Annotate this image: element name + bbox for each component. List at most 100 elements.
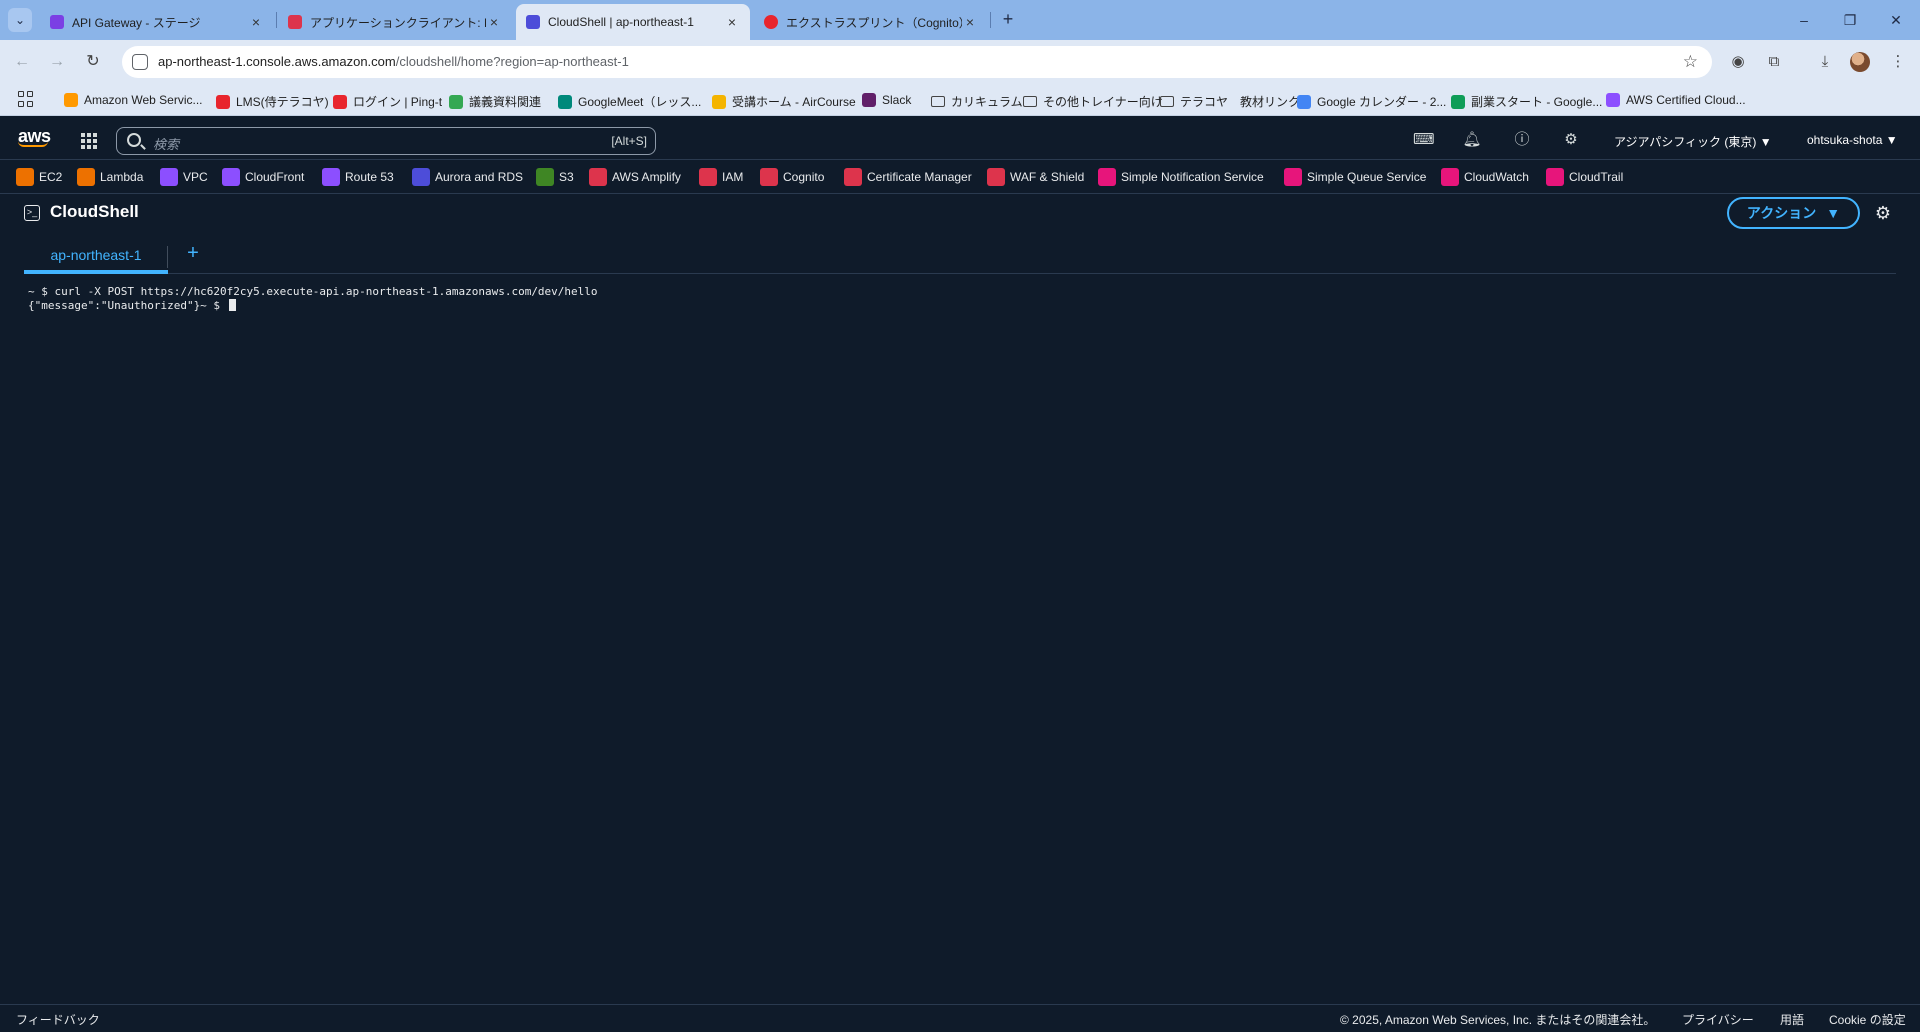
page-title: CloudShell [50, 202, 139, 221]
cookie-settings-link[interactable]: Cookie の設定 [1829, 1011, 1906, 1028]
favorite-label: WAF & Shield [1010, 170, 1085, 184]
feedback-link[interactable]: フィードバック [16, 1011, 100, 1028]
address-bar[interactable]: ap-northeast-1.console.aws.amazon.com/cl… [122, 46, 1712, 78]
bookmark-item[interactable]: カリキュラム [931, 93, 1023, 110]
close-window-icon[interactable]: ✕ [1874, 6, 1918, 34]
terminal-cursor [228, 299, 236, 311]
folder-icon [1023, 96, 1037, 107]
favorite-service-ec2[interactable]: EC2 [16, 168, 62, 186]
forward-icon[interactable]: → [45, 50, 69, 74]
bookmark-favicon-icon [1297, 94, 1311, 109]
reload-icon[interactable]: ↻ [81, 50, 105, 74]
close-icon[interactable]: × [962, 14, 978, 30]
search-shortcut: [Alt+S] [611, 134, 647, 148]
service-icon [222, 168, 240, 186]
favorite-service-cloudwatch[interactable]: CloudWatch [1441, 168, 1529, 186]
browser-tab-app-client[interactable]: アプリケーションクライアント: My SPA × [278, 4, 512, 40]
favorite-service-simple-notification-service[interactable]: Simple Notification Service [1098, 168, 1264, 186]
api-gateway-icon [50, 15, 64, 29]
bookmark-item[interactable]: GoogleMeet（レッス... [558, 93, 701, 110]
aws-search-input[interactable]: 検索 [Alt+S] [116, 127, 656, 155]
bookmark-item[interactable]: Amazon Web Servic... [64, 93, 203, 107]
favorite-service-waf-shield[interactable]: WAF & Shield [987, 168, 1084, 186]
privacy-link[interactable]: プライバシー [1682, 1011, 1754, 1028]
terminal[interactable]: ~ $ curl -X POST https://hc620f2cy5.exec… [28, 285, 1888, 997]
lms-icon [764, 15, 778, 29]
search-icon [127, 133, 141, 147]
terminal-line-prompt: {"message":"Unauthorized"}~ $ [28, 299, 1888, 313]
new-tab-button[interactable]: + [996, 8, 1020, 32]
favorite-service-lambda[interactable]: Lambda [77, 168, 143, 186]
settings-gear-icon[interactable]: ⚙ [1872, 202, 1894, 224]
bookmark-item[interactable]: 受講ホーム - AirCourse [712, 93, 856, 110]
back-icon[interactable]: ← [10, 50, 34, 74]
bell-icon[interactable]: 🔔︎ [1462, 130, 1482, 150]
bookmark-item[interactable]: Google カレンダー - 2... [1297, 93, 1446, 110]
region-selector[interactable]: アジアパシフィック (東京) ▼ [1614, 133, 1772, 150]
service-icon [160, 168, 178, 186]
favorite-service-s3[interactable]: S3 [536, 168, 574, 186]
browser-tab-api-gateway[interactable]: API Gateway - ステージ × [40, 4, 274, 40]
help-icon[interactable]: ⓘ [1512, 130, 1532, 150]
bookmark-favicon-icon [712, 94, 726, 109]
tab-search-button[interactable]: ⌄ [8, 8, 32, 32]
bookmark-item[interactable]: ログイン | Ping-t [333, 93, 442, 110]
favorite-label: CloudWatch [1464, 170, 1529, 184]
favorite-label: EC2 [39, 170, 63, 184]
bookmark-label: テラコヤ 教材リンク [1180, 95, 1301, 109]
minimize-icon[interactable]: – [1782, 6, 1826, 34]
bookmark-favicon-icon [216, 94, 230, 109]
bookmark-label: Amazon Web Servic... [84, 93, 203, 107]
bookmark-label: GoogleMeet（レッス... [578, 95, 702, 109]
service-icon [77, 168, 95, 186]
service-icon [1441, 168, 1459, 186]
close-icon[interactable]: × [724, 14, 740, 30]
favorite-service-vpc[interactable]: VPC [160, 168, 208, 186]
bookmark-item[interactable]: 議義資料関連 [449, 93, 541, 110]
site-info-icon[interactable] [132, 54, 148, 70]
favorite-service-cloudfront[interactable]: CloudFront [222, 168, 304, 186]
favorite-service-iam[interactable]: IAM [699, 168, 743, 186]
account-menu[interactable]: ohtsuka-shota ▼ [1807, 133, 1898, 147]
tab-ap-northeast-1[interactable]: ap-northeast-1 [24, 240, 168, 274]
favorite-label: Certificate Manager [867, 170, 972, 184]
bookmark-label: ログイン | Ping-t [353, 95, 443, 109]
favorite-label: CloudTrail [1569, 170, 1624, 184]
close-icon[interactable]: × [248, 14, 264, 30]
screenshot-icon[interactable]: ◉ [1728, 52, 1748, 72]
favorite-service-certificate-manager[interactable]: Certificate Manager [844, 168, 972, 186]
favorite-service-simple-queue-service[interactable]: Simple Queue Service [1284, 168, 1426, 186]
browser-tab-extra-sprint[interactable]: エクストラスプリント（Cognito）| ファ × [754, 4, 988, 40]
bookmark-item[interactable]: Slack [862, 93, 911, 107]
profile-avatar[interactable] [1850, 52, 1870, 72]
favorite-service-aurora-and-rds[interactable]: Aurora and RDS [412, 168, 523, 186]
bookmark-item[interactable]: AWS Certified Cloud... [1606, 93, 1746, 107]
actions-button[interactable]: アクション ▼ [1727, 197, 1860, 229]
extensions-icon[interactable]: ⧉ [1764, 52, 1784, 72]
aws-smile-icon [18, 141, 48, 147]
bookmark-item[interactable]: LMS(侍テラコヤ) [216, 93, 329, 110]
favorite-service-aws-amplify[interactable]: AWS Amplify [589, 168, 681, 186]
cloudshell-icon[interactable]: ⌨ [1413, 130, 1435, 150]
browser-tab-cloudshell[interactable]: CloudShell | ap-northeast-1 × [516, 4, 750, 40]
bookmark-star-icon[interactable]: ☆ [1683, 52, 1698, 72]
apps-icon[interactable] [18, 91, 34, 107]
close-icon[interactable]: × [486, 14, 502, 30]
tab-title: アプリケーションクライアント: My SPA [310, 15, 486, 30]
terminal-line: ~ $ curl -X POST https://hc620f2cy5.exec… [28, 285, 598, 298]
favorite-service-cognito[interactable]: Cognito [760, 168, 824, 186]
bookmark-favicon-icon [64, 93, 78, 107]
add-tab-button[interactable]: + [182, 242, 204, 264]
bookmark-item[interactable]: その他トレイナー向け [1023, 93, 1163, 110]
download-icon[interactable]: ⤓ [1815, 52, 1835, 72]
bookmark-item[interactable]: テラコヤ 教材リンク [1160, 93, 1300, 110]
gear-icon[interactable]: ⚙ [1561, 130, 1581, 150]
favorite-service-route-53[interactable]: Route 53 [322, 168, 394, 186]
favorite-service-cloudtrail[interactable]: CloudTrail [1546, 168, 1623, 186]
terms-link[interactable]: 用語 [1780, 1011, 1804, 1028]
browser-menu-icon[interactable]: ⋮ [1888, 52, 1908, 72]
bookmark-label: カリキュラム [951, 95, 1023, 109]
bookmark-item[interactable]: 副業スタート - Google... [1451, 93, 1602, 110]
services-menu-icon[interactable] [81, 133, 97, 149]
restore-icon[interactable]: ❐ [1828, 6, 1872, 34]
